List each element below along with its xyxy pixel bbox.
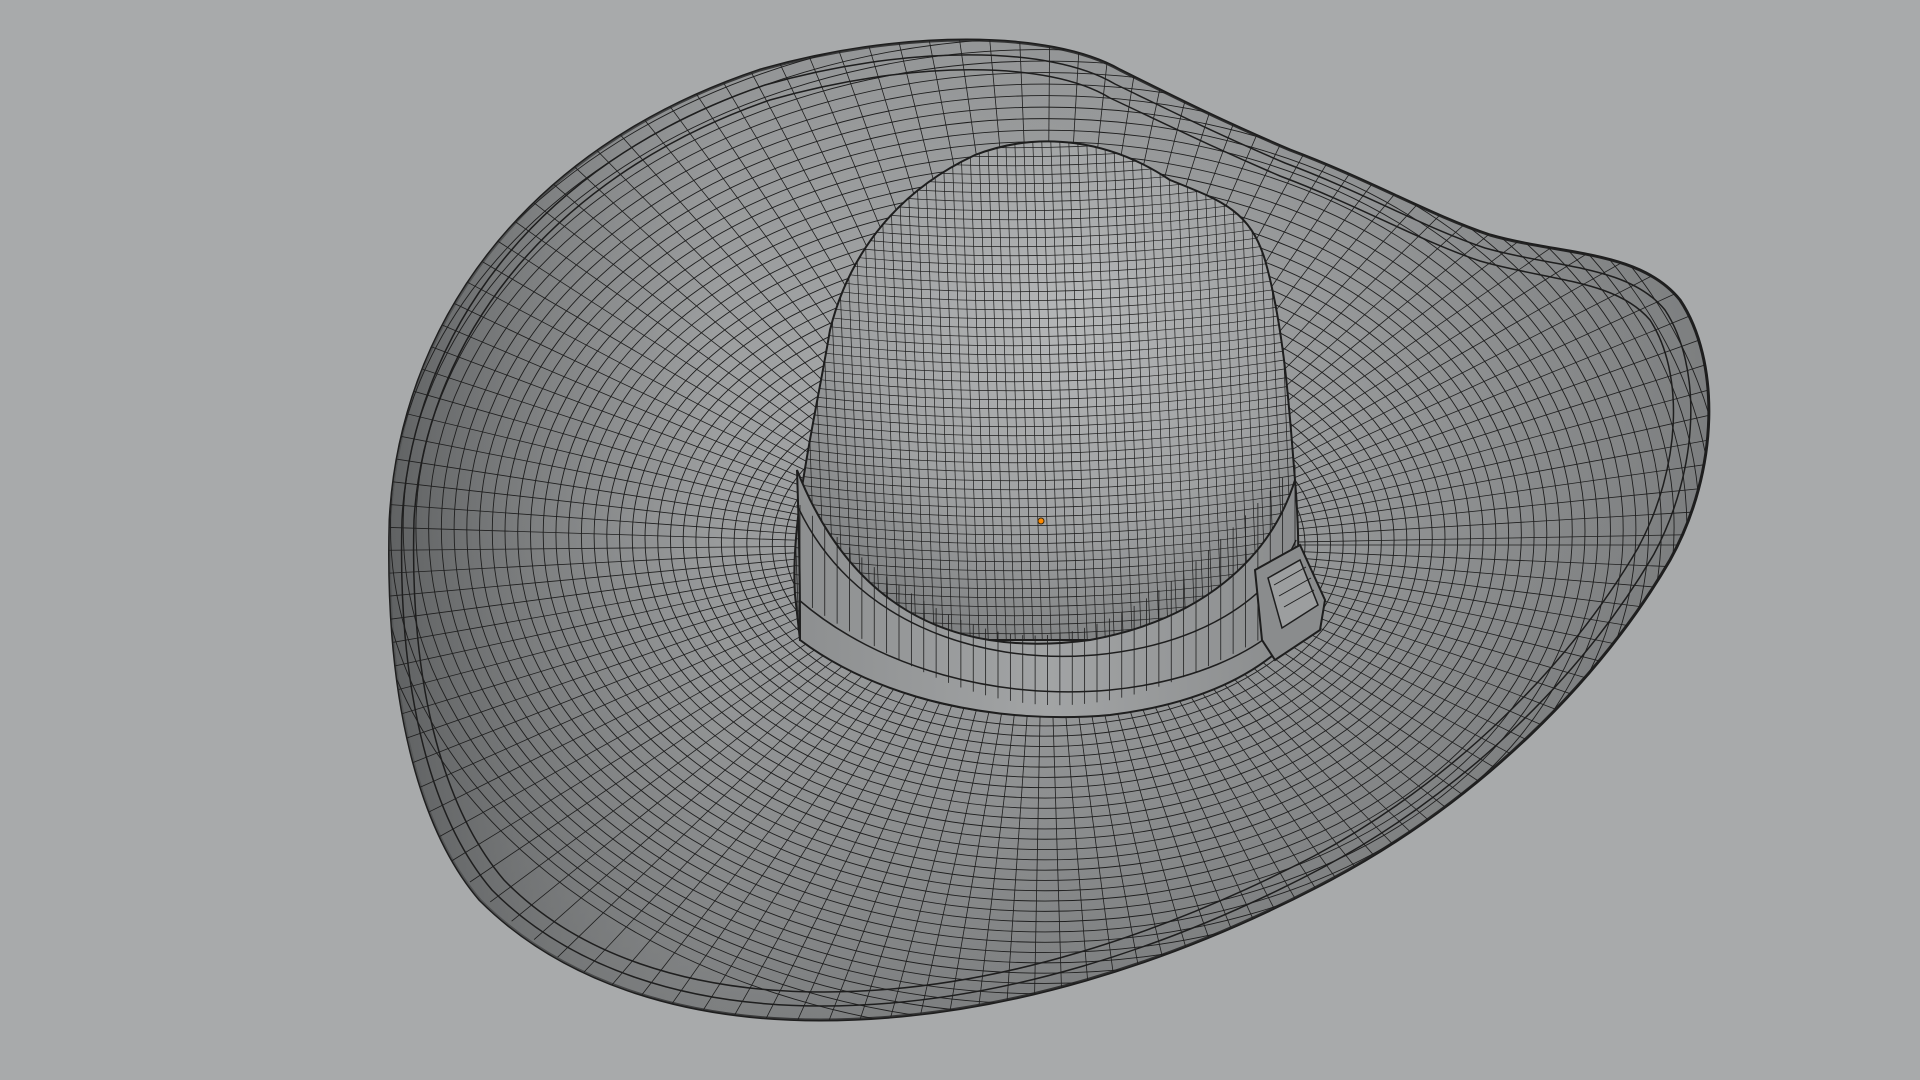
object-origin-icon [1037, 517, 1045, 525]
3d-viewport[interactable] [0, 0, 1920, 1080]
viewport-canvas[interactable] [0, 0, 1920, 1080]
